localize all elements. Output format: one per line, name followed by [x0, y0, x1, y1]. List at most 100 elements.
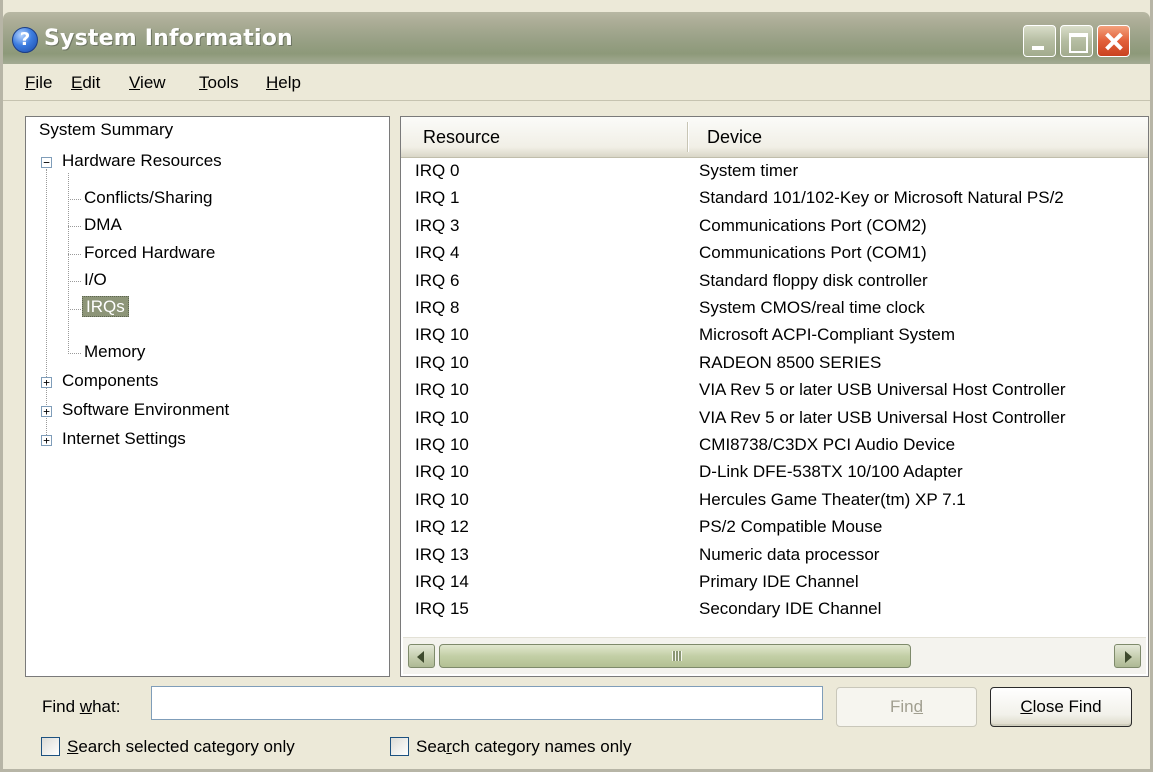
table-row[interactable]: IRQ 1 Standard 101/102-Key or Microsoft N…	[401, 184, 1148, 211]
menu-tools[interactable]: Tools	[199, 73, 239, 93]
table-row[interactable]: IRQ 10 VIA Rev 5 or later USB Universal H…	[401, 404, 1148, 431]
tree-item-dma[interactable]: DMA	[84, 215, 122, 235]
device-cell: Communications Port (COM1)	[699, 243, 927, 263]
tree-item-system-summary[interactable]: System Summary	[39, 120, 173, 140]
expand-icon[interactable]: +	[41, 377, 52, 388]
title-bar[interactable]: ? System Information	[3, 12, 1150, 64]
tree-item-memory[interactable]: Memory	[84, 342, 145, 362]
close-button[interactable]	[1097, 25, 1130, 57]
search-selected-category-label[interactable]: Search selected category only	[67, 737, 295, 757]
column-header-device[interactable]: Device	[707, 127, 762, 148]
scrollbar-thumb[interactable]	[439, 644, 911, 668]
table-row[interactable]: IRQ 12 PS/2 Compatible Mouse	[401, 513, 1148, 540]
tree-item-io[interactable]: I/O	[84, 270, 107, 290]
table-row[interactable]: IRQ 10 CMI8738/C3DX PCI Audio Device	[401, 431, 1148, 458]
resource-cell: IRQ 15	[415, 599, 469, 619]
find-button[interactable]: Find	[836, 687, 977, 727]
resource-cell: IRQ 0	[415, 161, 460, 180]
tree-connector	[68, 173, 69, 354]
table-row[interactable]: IRQ 10 VIA Rev 5 or later USB Universal H…	[401, 376, 1148, 403]
device-cell: System timer	[699, 161, 799, 180]
window-title: System Information	[44, 26, 293, 51]
resource-cell: IRQ 10	[415, 325, 469, 345]
table-row[interactable]: IRQ 3 Communications Port (COM2)	[401, 212, 1148, 239]
search-category-names-checkbox[interactable]	[390, 737, 409, 756]
find-what-input[interactable]	[151, 686, 823, 720]
details-list[interactable]: Resource Device IRQ 0 System timer IRQ 1 St…	[400, 116, 1149, 677]
menu-view[interactable]: View	[129, 73, 166, 93]
resource-cell: IRQ 3	[415, 215, 460, 235]
device-cell: Standard floppy disk controller	[699, 270, 928, 290]
device-cell: Hercules Game Theater(tm) XP 7.1	[699, 489, 966, 509]
device-cell: PS/2 Compatible Mouse	[699, 517, 883, 537]
tree-item-forced-hardware[interactable]: Forced Hardware	[84, 243, 215, 263]
table-row[interactable]: IRQ 8 System CMOS/real time clock	[401, 294, 1148, 321]
table-row[interactable]: IRQ 14 Primary IDE Channel	[401, 568, 1148, 595]
table-row[interactable]: IRQ 10 RADEON 8500 SERIES	[401, 349, 1148, 376]
device-cell: System CMOS/real time clock	[699, 298, 925, 317]
menu-edit[interactable]: Edit	[71, 73, 100, 93]
resource-cell: IRQ 12	[415, 517, 469, 537]
table-row[interactable]: IRQ 10 D-Link DFE-538TX 10/100 Adapter	[401, 458, 1148, 485]
device-cell: Microsoft ACPI-Compliant System	[699, 325, 956, 345]
expand-icon[interactable]: +	[41, 435, 52, 446]
resource-cell: IRQ 14	[415, 572, 469, 591]
resource-cell: IRQ 10	[415, 352, 469, 372]
tree-connector	[68, 254, 81, 255]
table-row[interactable]: IRQ 10 Microsoft ACPI-Compliant System	[401, 321, 1148, 348]
tree-connector	[68, 353, 81, 354]
resource-cell: IRQ 8	[415, 298, 460, 317]
resource-cell: IRQ 13	[415, 544, 469, 564]
tree-item-conflicts-sharing[interactable]: Conflicts/Sharing	[84, 188, 213, 208]
column-header-resource[interactable]: Resource	[423, 127, 500, 148]
system-information-window: ? System Information File Edit View Tool…	[0, 0, 1153, 772]
resource-cell: IRQ 10	[415, 380, 469, 400]
scroll-left-arrow-icon[interactable]	[408, 644, 435, 668]
collapse-icon[interactable]: −	[41, 157, 52, 168]
table-row[interactable]: IRQ 10 Hercules Game Theater(tm) XP 7.1	[401, 486, 1148, 513]
scroll-right-arrow-icon[interactable]	[1114, 644, 1141, 668]
column-divider[interactable]	[687, 122, 688, 152]
device-cell: Standard 101/102-Key or Microsoft Natura…	[699, 188, 1064, 208]
tree-item-hardware-resources[interactable]: Hardware Resources	[62, 151, 222, 171]
resource-cell: IRQ 4	[415, 243, 460, 263]
resource-cell: IRQ 10	[415, 407, 469, 427]
resource-cell: IRQ 1	[415, 188, 460, 208]
category-tree[interactable]: System Summary − Hardware Resources Conf…	[25, 116, 390, 677]
search-category-names-label[interactable]: Search category names only	[416, 737, 631, 757]
menu-bar: File Edit View Tools Help	[3, 64, 1150, 102]
horizontal-scrollbar[interactable]	[403, 637, 1146, 674]
tree-connector	[46, 169, 47, 439]
maximize-button[interactable]	[1060, 25, 1093, 57]
tree-item-software-environment[interactable]: Software Environment	[62, 400, 229, 420]
table-row[interactable]: IRQ 4 Communications Port (COM1)	[401, 239, 1148, 266]
resource-cell: IRQ 6	[415, 270, 460, 290]
resource-cell: IRQ 10	[415, 489, 469, 509]
device-cell: Secondary IDE Channel	[699, 599, 882, 619]
help-question-icon[interactable]: ?	[12, 27, 38, 53]
menu-file[interactable]: File	[25, 73, 52, 93]
tree-item-internet-settings[interactable]: Internet Settings	[62, 429, 186, 449]
resource-cell: IRQ 10	[415, 435, 469, 454]
list-header: Resource Device	[401, 117, 1148, 158]
grip-icon	[672, 651, 682, 661]
search-selected-category-checkbox[interactable]	[41, 737, 60, 756]
expand-icon[interactable]: +	[41, 406, 52, 417]
device-cell: VIA Rev 5 or later USB Universal Host Co…	[699, 407, 1066, 427]
tree-item-irqs[interactable]: IRQs	[82, 296, 129, 317]
tree-connector	[68, 199, 81, 200]
tree-item-components[interactable]: Components	[62, 371, 158, 391]
table-row[interactable]: IRQ 0 System timer	[401, 157, 1148, 184]
device-cell: VIA Rev 5 or later USB Universal Host Co…	[699, 380, 1066, 400]
minimize-button[interactable]	[1023, 25, 1056, 57]
table-row[interactable]: IRQ 6 Standard floppy disk controller	[401, 267, 1148, 294]
device-cell: D-Link DFE-538TX 10/100 Adapter	[699, 462, 963, 482]
resource-cell: IRQ 10	[415, 462, 469, 482]
find-what-label: Find what:	[42, 697, 121, 716]
table-row[interactable]: IRQ 13 Numeric data processor	[401, 541, 1148, 568]
table-row[interactable]: IRQ 15 Secondary IDE Channel	[401, 595, 1148, 622]
menu-help[interactable]: Help	[266, 73, 301, 93]
tree-connector	[68, 226, 81, 227]
close-find-button[interactable]: Close Find	[990, 687, 1132, 727]
tree-connector	[68, 281, 81, 282]
